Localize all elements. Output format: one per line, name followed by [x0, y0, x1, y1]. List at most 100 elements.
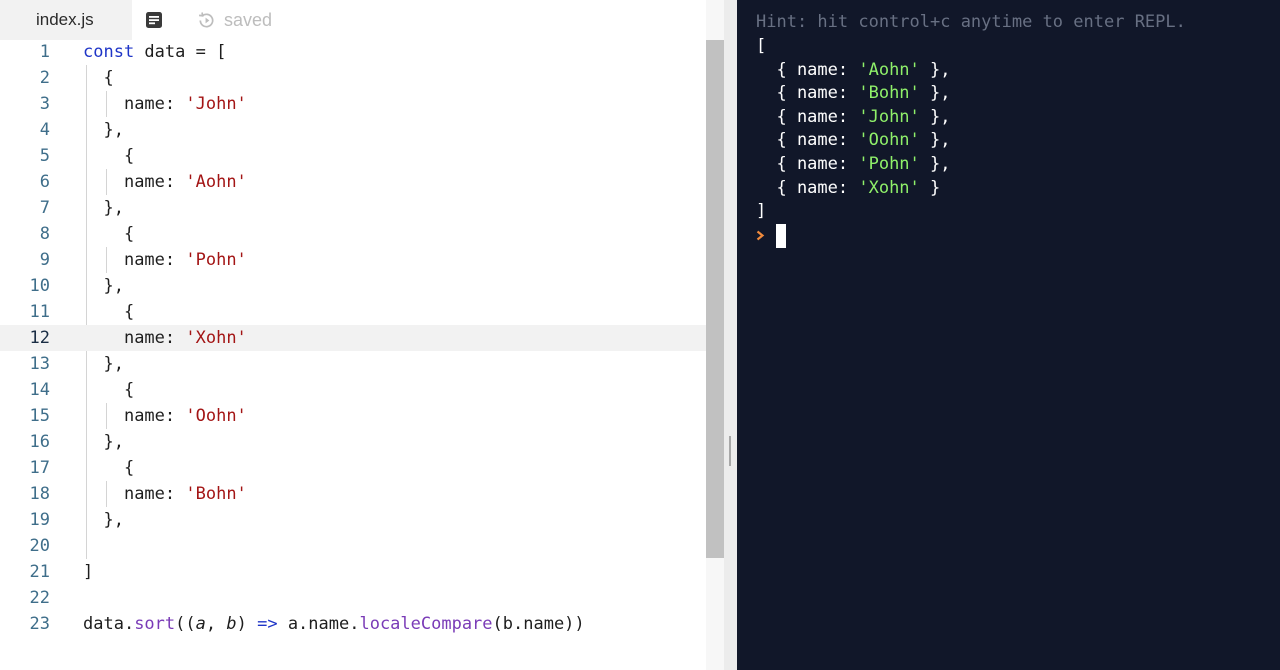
prompt-chevron-icon	[756, 230, 765, 241]
pane-splitter[interactable]	[724, 0, 737, 670]
code-text: {	[123, 146, 135, 166]
output-text: { name:	[756, 177, 859, 198]
code-line[interactable]: 6 name: 'Aohn'	[0, 169, 706, 195]
output-line: { name: 'Bohn' },	[756, 82, 951, 106]
code-line[interactable]: 1 const data = [	[0, 39, 706, 65]
code-line[interactable]: 5 {	[0, 143, 706, 169]
line-number: 3	[39, 94, 50, 114]
console-hint: Hint: hit control+c anytime to enter REP…	[756, 12, 1186, 32]
line-text: },	[83, 432, 124, 452]
code-area[interactable]: 1 const data = [ 2 { 3 name: 'John' 4 },…	[0, 39, 706, 637]
output-text: },	[919, 130, 951, 151]
output-text: },	[919, 153, 951, 174]
param-a: a	[195, 614, 206, 634]
line-number: 1	[39, 42, 50, 62]
string-literal: 'Aohn'	[185, 172, 247, 192]
string-literal: 'Bohn'	[185, 484, 247, 504]
output-string: 'Pohn'	[858, 153, 920, 174]
code-text: },	[103, 120, 124, 140]
line-text: {	[83, 380, 134, 400]
code-text: },	[103, 276, 124, 296]
code-line[interactable]: 19 },	[0, 507, 706, 533]
code-line[interactable]: 22	[0, 585, 706, 611]
console-pane[interactable]: Hint: hit control+c anytime to enter REP…	[737, 0, 1280, 670]
code-line[interactable]: 20	[0, 533, 706, 559]
string-literal: 'Xohn'	[185, 328, 247, 348]
line-number: 4	[39, 120, 50, 140]
param-b: b	[226, 614, 237, 634]
code-text: {	[123, 458, 135, 478]
splitter-grip-icon[interactable]	[729, 436, 731, 466]
code-line[interactable]: 8 {	[0, 221, 706, 247]
method-locale-compare: localeCompare	[359, 614, 493, 634]
line-number: 14	[29, 380, 50, 400]
output-string: 'Oohn'	[858, 130, 920, 151]
code-line[interactable]: 4 },	[0, 117, 706, 143]
code-text: },	[103, 510, 124, 530]
code-line[interactable]: 16 },	[0, 429, 706, 455]
output-string: 'Aohn'	[858, 59, 920, 80]
code-line[interactable]: 7 },	[0, 195, 706, 221]
line-text: name: 'Bohn'	[83, 484, 247, 504]
line-text: data.sort((a, b) => a.name.localeCompare…	[83, 614, 585, 634]
line-number: 2	[39, 68, 50, 88]
code-line[interactable]: 13 },	[0, 351, 706, 377]
output-line: { name: 'John' },	[756, 106, 950, 130]
code-text: },	[103, 432, 124, 452]
line-text: },	[83, 510, 124, 530]
code-text: (b.name))	[492, 614, 585, 634]
code-line[interactable]: 23 data.sort((a, b) => a.name.localeComp…	[0, 611, 706, 637]
line-number: 21	[29, 562, 50, 582]
line-number: 8	[39, 224, 50, 244]
output-line: ]	[756, 201, 767, 222]
code-text: name:	[123, 406, 186, 426]
string-literal: 'John'	[185, 94, 247, 114]
code-text: {	[123, 380, 135, 400]
editor-tab-bar: index.js saved	[0, 0, 724, 40]
line-text: ]	[83, 562, 93, 582]
code-text: ]	[83, 562, 94, 582]
line-number: 6	[39, 172, 50, 192]
code-line[interactable]: 18 name: 'Bohn'	[0, 481, 706, 507]
code-line[interactable]: 15 name: 'Oohn'	[0, 403, 706, 429]
saved-history-icon	[198, 12, 214, 28]
code-line[interactable]: 3 name: 'John'	[0, 91, 706, 117]
line-number: 15	[29, 406, 50, 426]
code-text: data = [	[134, 42, 227, 62]
code-text: {	[123, 302, 135, 322]
line-number: 11	[29, 302, 50, 322]
saved-label: saved	[224, 10, 273, 30]
code-line[interactable]: 2 {	[0, 65, 706, 91]
line-number: 5	[39, 146, 50, 166]
output-text: },	[919, 59, 951, 80]
output-line: { name: 'Pohn' },	[756, 153, 951, 177]
line-text: {	[83, 68, 113, 88]
line-number: 17	[29, 458, 50, 478]
output-text: },	[919, 83, 951, 104]
output-string: 'Xohn'	[858, 177, 920, 198]
code-editor[interactable]: index.js saved 1 const data = [2 {3 na…	[0, 0, 724, 670]
format-document-icon[interactable]	[145, 11, 163, 29]
code-line[interactable]: 17 {	[0, 455, 706, 481]
line-number: 22	[29, 588, 50, 608]
text-cursor	[776, 224, 786, 248]
tab-index-js[interactable]: index.js	[0, 0, 132, 40]
line-text: name: 'Xohn'	[83, 328, 247, 348]
code-line[interactable]: 21 ]	[0, 559, 706, 585]
line-text: {	[83, 146, 134, 166]
code-text: },	[103, 354, 124, 374]
output-text: }	[919, 177, 941, 198]
code-line[interactable]: 11 {	[0, 299, 706, 325]
line-number: 19	[29, 510, 50, 530]
code-line[interactable]: 14 {	[0, 377, 706, 403]
editor-scrollbar-thumb[interactable]	[706, 40, 724, 558]
line-text: name: 'Oohn'	[83, 406, 247, 426]
code-line-active[interactable]: 12 name: 'Xohn'	[0, 325, 706, 351]
line-text: {	[83, 458, 134, 478]
code-text: name:	[123, 328, 186, 348]
line-text: },	[83, 276, 124, 296]
line-text: {	[83, 224, 134, 244]
line-number: 9	[39, 250, 50, 270]
code-line[interactable]: 9 name: 'Pohn'	[0, 247, 706, 273]
code-line[interactable]: 10 },	[0, 273, 706, 299]
